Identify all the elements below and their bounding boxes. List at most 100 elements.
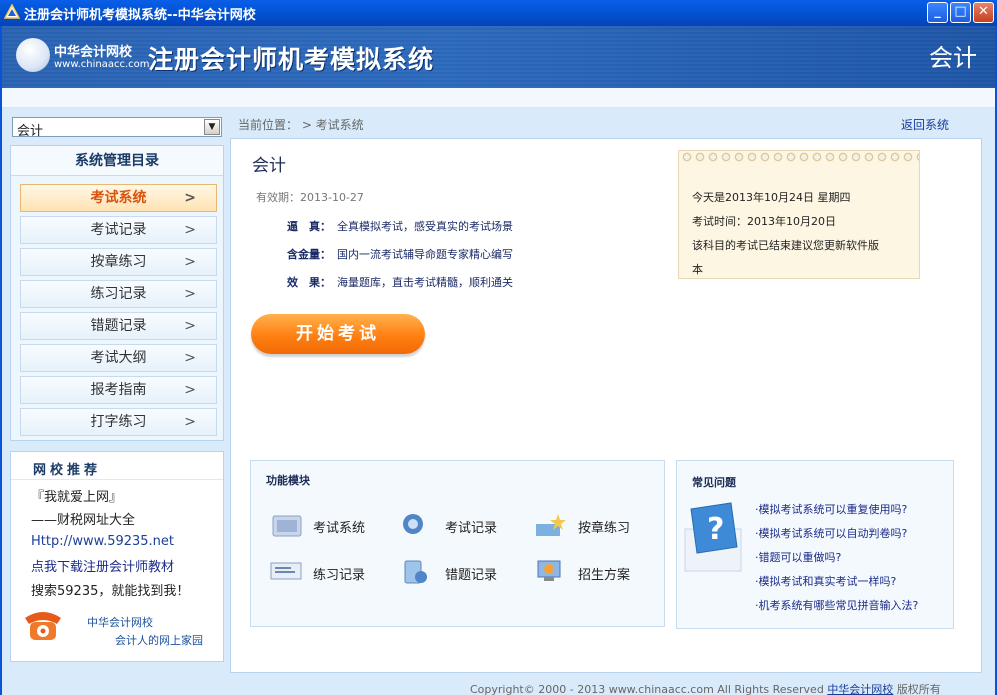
sidebar-item-label: 报考指南 bbox=[90, 382, 147, 398]
chevron-right-icon: > bbox=[184, 318, 196, 334]
sidebar-item-exam-record[interactable]: 考试记录 > bbox=[20, 216, 217, 244]
sidebar-item-label: 考试系统 bbox=[90, 190, 147, 206]
download-textbook-link[interactable]: 点我下载注册会计师教材 bbox=[31, 556, 174, 575]
window-titlebar: 注册会计师机考模拟系统--中华会计网校 _ □ ✕ bbox=[0, 0, 997, 26]
chevron-right-icon: > bbox=[184, 222, 196, 238]
recommend-line1: 『我就爱上网』 bbox=[31, 490, 123, 505]
minimize-button[interactable]: _ bbox=[927, 2, 948, 23]
notice-message: 该科目的考试已结束建议您更新软件版 bbox=[692, 239, 879, 252]
feature-label: 逼 真： bbox=[287, 220, 331, 233]
recommend-url-link[interactable]: Http://www.59235.net bbox=[31, 534, 174, 549]
back-link[interactable]: 返回系统 bbox=[901, 116, 949, 133]
module-exam-record[interactable]: 考试记录 bbox=[401, 512, 521, 538]
function-modules: 功能模块 考试系统 考试记录 按章练习 练习记录 错题记录 招生方案 bbox=[250, 460, 665, 627]
help-question-icon: ? bbox=[684, 502, 742, 572]
faq-question-link[interactable]: ·模拟考试系统可以重复使用吗? bbox=[755, 501, 907, 517]
menu-title: 系统管理目录 bbox=[11, 146, 223, 176]
maximize-button[interactable]: □ bbox=[950, 2, 971, 23]
sidebar-item-label: 按章练习 bbox=[90, 254, 147, 270]
chevron-right-icon: > bbox=[184, 190, 196, 206]
feature-text: 海量题库，直击考试精髓，顺利通关 bbox=[337, 276, 513, 289]
module-label: 按章练习 bbox=[578, 521, 631, 536]
chapter-practice-icon bbox=[536, 514, 566, 536]
breadcrumb: 当前位置： > 考试系统 bbox=[238, 118, 364, 132]
subject-select-value: 会计 bbox=[17, 124, 44, 139]
sidebar-item-wrong-record[interactable]: 错题记录 > bbox=[20, 312, 217, 340]
feature-row: 含金量： 国内一流考试辅导命题专家精心编写 bbox=[287, 246, 513, 262]
faq-question-link[interactable]: ·机考系统有哪些常见拼音输入法? bbox=[755, 597, 918, 613]
close-button[interactable]: ✕ bbox=[973, 2, 994, 23]
module-practice-record[interactable]: 练习记录 bbox=[269, 559, 389, 585]
subject-select[interactable]: 会计 ▼ bbox=[12, 117, 222, 139]
sidebar-item-label: 考试大纲 bbox=[90, 350, 147, 366]
recommend-panel: 网校推荐 『我就爱上网』 ——财税网址大全 Http://www.59235.n… bbox=[10, 451, 224, 662]
main-area: 会计 ▼ 系统管理目录 考试系统 > 考试记录 > 按章练习 > 练习记录 > 错题记录… bbox=[2, 108, 995, 695]
copyright-rights: 版权所有 bbox=[896, 683, 941, 695]
window-title: 注册会计师机考模拟系统--中华会计网校 bbox=[24, 8, 256, 23]
copyright-text: Copyright© 2000 - 2013 www.chinaacc.com … bbox=[470, 683, 824, 695]
sidebar-item-label: 错题记录 bbox=[90, 318, 147, 334]
chevron-down-icon[interactable]: ▼ bbox=[204, 119, 220, 135]
feature-text: 国内一流考试辅导命题专家精心编写 bbox=[337, 248, 513, 261]
module-label: 错题记录 bbox=[445, 568, 498, 583]
feature-text: 全真模拟考试，感受真实的考试场景 bbox=[337, 220, 513, 233]
logo-url: www.chinaacc.com bbox=[54, 59, 150, 70]
practice-record-icon bbox=[270, 562, 302, 580]
recommend-line5: 搜索59235，就能找到我！ bbox=[31, 584, 190, 599]
feature-row: 逼 真： 全真模拟考试，感受真实的考试场景 bbox=[287, 218, 513, 234]
phone-icon bbox=[25, 612, 61, 640]
feature-row: 效 果： 海量题库，直击考试精髓，顺利通关 bbox=[287, 274, 513, 290]
notebook-rings bbox=[681, 151, 919, 163]
copyright-link[interactable]: 中华会计网校 bbox=[827, 683, 893, 695]
wrong-question-icon bbox=[404, 560, 427, 584]
sidebar-item-syllabus[interactable]: 考试大纲 > bbox=[20, 344, 217, 372]
banner-title: 注册会计师机考模拟系统 bbox=[148, 45, 435, 74]
module-label: 练习记录 bbox=[313, 568, 366, 583]
chevron-right-icon: > bbox=[184, 414, 196, 430]
sidebar-item-typing[interactable]: 打字练习 > bbox=[20, 408, 217, 436]
content-panel: 会计 有效期：2013-10-27 逼 真： 全真模拟考试，感受真实的考试场景 含… bbox=[230, 138, 982, 673]
start-exam-button[interactable]: 开始考试 bbox=[251, 314, 425, 354]
page-title: 会计 bbox=[252, 156, 286, 176]
banner-subject: 会计 bbox=[929, 44, 977, 72]
module-enrollment-plan[interactable]: 招生方案 bbox=[534, 559, 654, 585]
module-label: 考试系统 bbox=[313, 521, 366, 536]
logo-name: 中华会计网校 bbox=[54, 45, 133, 60]
logo-icon bbox=[16, 38, 50, 72]
sidebar-item-chapter-practice[interactable]: 按章练习 > bbox=[20, 248, 217, 276]
enrollment-plan-icon bbox=[537, 560, 561, 581]
module-chapter-practice[interactable]: 按章练习 bbox=[534, 512, 654, 538]
header-banner: 中华会计网校 www.chinaacc.com 注册会计师机考模拟系统 会计 bbox=[2, 26, 995, 88]
notice-message-cont: 本 bbox=[692, 263, 703, 276]
module-wrong-record[interactable]: 错题记录 bbox=[401, 559, 521, 585]
exam-record-icon bbox=[403, 514, 423, 534]
copyright: Copyright© 2000 - 2013 www.chinaacc.com … bbox=[470, 681, 941, 695]
chevron-right-icon: > bbox=[184, 254, 196, 270]
recommend-title: 网校推荐 bbox=[33, 463, 102, 478]
feature-label: 效 果： bbox=[287, 276, 331, 289]
chevron-right-icon: > bbox=[184, 286, 196, 302]
module-exam-system[interactable]: 考试系统 bbox=[269, 512, 389, 538]
faq-panel: 常见问题 ? ·模拟考试系统可以重复使用吗? ·模拟考试系统可以自动判卷吗? ·… bbox=[676, 460, 954, 629]
sidebar-item-label: 考试记录 bbox=[90, 222, 147, 238]
header-band bbox=[2, 88, 995, 108]
faq-question-link[interactable]: ·模拟考试系统可以自动判卷吗? bbox=[755, 525, 907, 541]
sidebar-item-guide[interactable]: 报考指南 > bbox=[20, 376, 217, 404]
chevron-right-icon: > bbox=[184, 382, 196, 398]
sidebar-item-exam-system[interactable]: 考试系统 > bbox=[20, 184, 217, 212]
notice-exam-time: 考试时间：2013年10月20日 bbox=[692, 215, 836, 228]
faq-title: 常见问题 bbox=[692, 476, 736, 489]
feature-label: 含金量： bbox=[287, 248, 331, 261]
faq-question-link[interactable]: ·错题可以重做吗? bbox=[755, 549, 841, 565]
svg-text:?: ? bbox=[707, 512, 724, 547]
sidebar-item-practice-record[interactable]: 练习记录 > bbox=[20, 280, 217, 308]
sidebar-item-label: 练习记录 bbox=[90, 286, 147, 302]
sidebar-item-label: 打字练习 bbox=[90, 414, 147, 430]
app-icon bbox=[4, 4, 20, 19]
module-label: 招生方案 bbox=[578, 568, 631, 583]
recommend-footer-brand: 中华会计网校 bbox=[87, 616, 153, 629]
modules-title: 功能模块 bbox=[266, 474, 310, 487]
faq-question-link[interactable]: ·模拟考试和真实考试一样吗? bbox=[755, 573, 896, 589]
exam-system-icon bbox=[272, 515, 302, 537]
sidebar-menu: 系统管理目录 考试系统 > 考试记录 > 按章练习 > 练习记录 > 错题记录 > 考试大… bbox=[10, 145, 224, 441]
